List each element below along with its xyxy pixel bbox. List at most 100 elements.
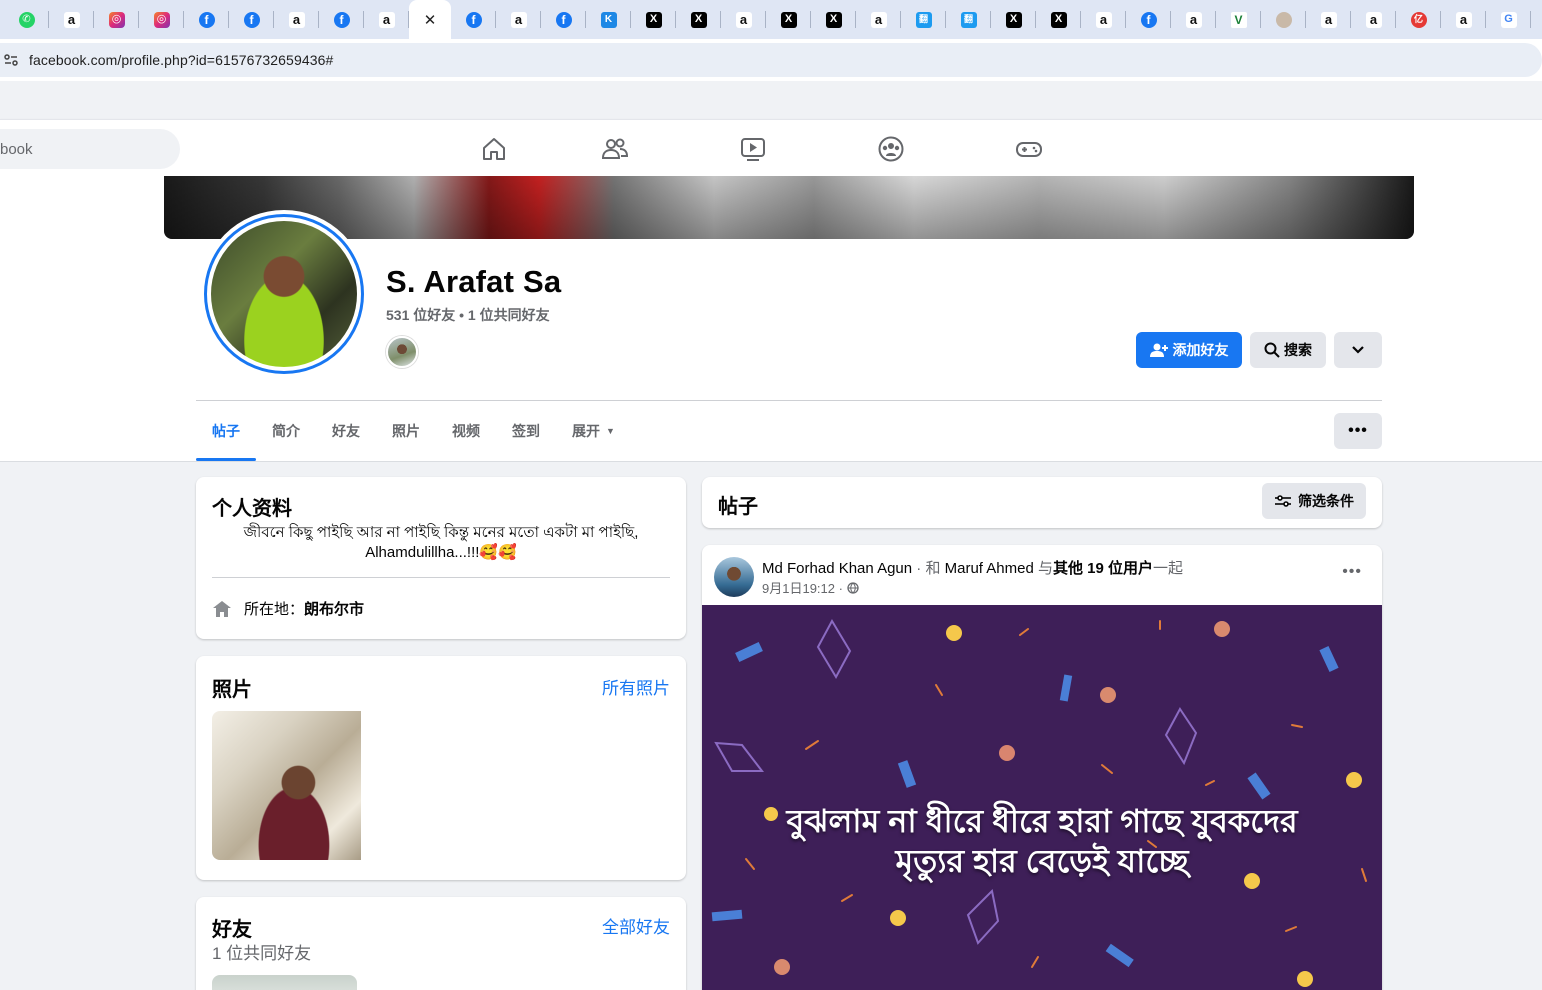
post-tagged-user[interactable]: Maruf Ahmed <box>945 560 1034 577</box>
post-text-background[interactable]: বুঝলাম না ধীরে ধীরে হারা গাছে যুবকদের মৃ… <box>702 605 1382 990</box>
x-icon <box>780 11 797 28</box>
yi-icon <box>1410 11 1427 28</box>
browser-tab[interactable] <box>94 0 139 39</box>
browser-tab-active[interactable]: ✕ <box>409 0 451 39</box>
browser-tab[interactable] <box>4 0 49 39</box>
google-translate-icon <box>1500 11 1517 28</box>
browser-tab[interactable] <box>184 0 229 39</box>
translate-icon <box>960 11 977 28</box>
browser-tab[interactable] <box>586 0 631 39</box>
facebook-search-input[interactable]: book <box>0 129 180 169</box>
browser-tab[interactable] <box>676 0 721 39</box>
post-options-button[interactable]: ••• <box>1342 563 1362 581</box>
browser-tab[interactable] <box>1261 0 1306 39</box>
browser-tab[interactable] <box>139 0 184 39</box>
lives-label: 所在地： <box>244 601 305 618</box>
close-icon[interactable]: ✕ <box>424 11 437 29</box>
browser-tab[interactable] <box>901 0 946 39</box>
post-meta: 9月1日19:12 · <box>762 578 859 597</box>
browser-tab[interactable] <box>1126 0 1171 39</box>
photo-thumbnail[interactable] <box>212 711 361 860</box>
x-icon <box>690 11 707 28</box>
filters-button[interactable]: 筛选条件 <box>1262 483 1366 519</box>
browser-tab[interactable] <box>1081 0 1126 39</box>
friend-thumbnail[interactable] <box>212 975 357 990</box>
browser-tab[interactable] <box>451 0 496 39</box>
post-timestamp[interactable]: 9月1日19:12 · <box>762 578 843 597</box>
browser-tab[interactable] <box>1306 0 1351 39</box>
site-info-icon[interactable] <box>3 52 19 68</box>
browser-tab[interactable] <box>1036 0 1081 39</box>
amazon-icon <box>1095 11 1112 28</box>
photos-title[interactable]: 照片 <box>212 673 252 702</box>
intro-card: 个人资料 জীবনে কিছু পাইছি আর না পাইছি কিন্তু… <box>196 477 686 639</box>
browser-tab[interactable] <box>1396 0 1441 39</box>
tab-posts[interactable]: 帖子 <box>196 401 256 461</box>
tab-label: 照片 <box>392 423 420 439</box>
nav-video[interactable] <box>684 120 822 177</box>
nav-icon-group <box>480 120 1098 177</box>
intro-divider <box>212 577 670 578</box>
tab-checkins[interactable]: 签到 <box>496 401 556 461</box>
profile-picture-icon <box>1275 11 1292 28</box>
tab-label: 签到 <box>512 423 540 439</box>
home-location-icon <box>213 600 231 617</box>
profile-tabs-more-button[interactable]: ••• <box>1334 413 1382 449</box>
profile-tabs: 帖子 简介 好友 照片 视频 签到 展开 ▼ <box>196 401 631 461</box>
all-photos-link[interactable]: 所有照片 <box>602 674 670 699</box>
profile-more-button[interactable] <box>1334 332 1382 368</box>
chevron-down-icon <box>1352 346 1364 354</box>
nav-gaming[interactable] <box>960 120 1098 177</box>
browser-tab[interactable] <box>811 0 856 39</box>
url-field[interactable]: facebook.com/profile.php?id=615767326594… <box>0 43 1542 77</box>
add-friend-button[interactable]: 添加好友 <box>1136 332 1242 368</box>
amazon-icon <box>63 11 80 28</box>
post-others-link[interactable]: 其他 19 位用户 <box>1053 560 1153 577</box>
browser-tab[interactable] <box>631 0 676 39</box>
nav-friends[interactable] <box>546 120 684 177</box>
browser-tab[interactable] <box>1486 0 1531 39</box>
more-dots-icon: ••• <box>1348 422 1368 439</box>
post-text-line: মৃত্যুর হার বেড়েই যাচ্ছে <box>895 843 1189 879</box>
browser-tab[interactable] <box>49 0 94 39</box>
browser-tab[interactable] <box>991 0 1036 39</box>
facebook-icon <box>333 11 350 28</box>
browser-tab[interactable] <box>1171 0 1216 39</box>
friends-title[interactable]: 好友 <box>212 913 252 942</box>
browser-tab[interactable] <box>856 0 901 39</box>
post-author-name[interactable]: Md Forhad Khan Agun <box>762 560 912 577</box>
cover-photo[interactable] <box>164 176 1414 239</box>
browser-tab[interactable] <box>541 0 586 39</box>
profile-picture[interactable] <box>200 210 368 378</box>
nav-home[interactable] <box>480 120 546 177</box>
browser-tab[interactable] <box>1351 0 1396 39</box>
friends-card: 好友 全部好友 1 位共同好友 <box>196 897 686 990</box>
nav-groups[interactable] <box>822 120 960 177</box>
tab-more[interactable]: 展开 ▼ <box>556 401 631 461</box>
tab-label: 展开 <box>572 423 600 439</box>
browser-tab[interactable] <box>274 0 319 39</box>
instagram-icon <box>108 11 125 28</box>
browser-tab[interactable] <box>229 0 274 39</box>
tab-photos[interactable]: 照片 <box>376 401 436 461</box>
browser-tab[interactable] <box>766 0 811 39</box>
all-friends-link[interactable]: 全部好友 <box>602 913 670 938</box>
mutual-friend-avatar[interactable] <box>386 336 418 368</box>
browser-tab[interactable] <box>319 0 364 39</box>
profile-search-button[interactable]: 搜索 <box>1250 332 1326 368</box>
browser-tab[interactable] <box>721 0 766 39</box>
post-author-avatar[interactable] <box>714 557 754 597</box>
tab-about[interactable]: 简介 <box>256 401 316 461</box>
friend-count[interactable]: 531 位好友 • 1 位共同好友 <box>386 305 550 325</box>
browser-tab[interactable] <box>946 0 991 39</box>
browser-tab[interactable] <box>1216 0 1261 39</box>
browser-tab[interactable] <box>1441 0 1486 39</box>
browser-tab[interactable] <box>496 0 541 39</box>
tab-videos[interactable]: 视频 <box>436 401 496 461</box>
facebook-icon <box>465 11 482 28</box>
lives-value[interactable]: 朗布尔市 <box>304 598 364 619</box>
posts-title: 帖子 <box>718 496 758 518</box>
browser-tab[interactable] <box>364 0 409 39</box>
url-text: facebook.com/profile.php?id=615767326594… <box>29 52 334 68</box>
tab-friends[interactable]: 好友 <box>316 401 376 461</box>
